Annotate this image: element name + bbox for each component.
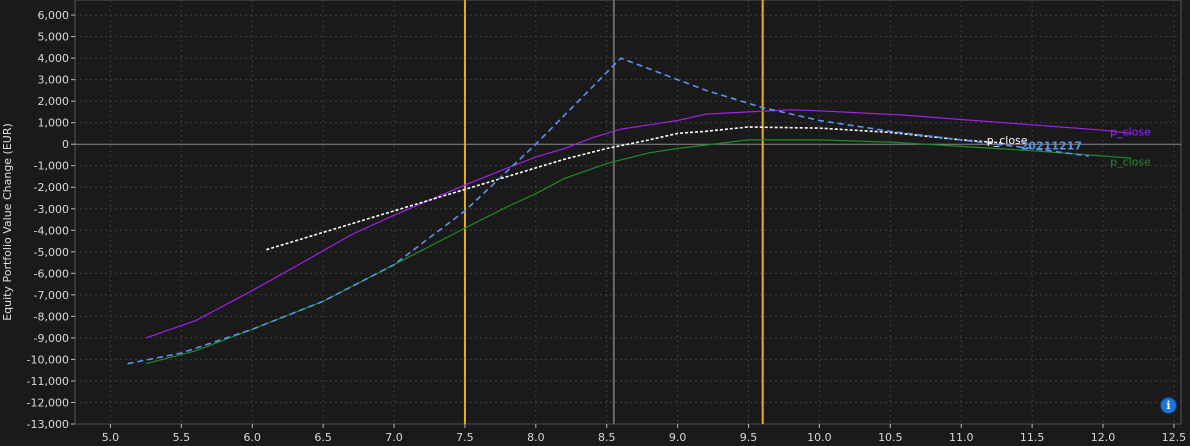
y-tick-label: -12,000: [27, 396, 69, 409]
x-tick-label: 8.5: [598, 431, 616, 444]
x-tick-label: 9.5: [740, 431, 758, 444]
y-tick-label: 2,000: [38, 95, 70, 108]
chart-background: [0, 0, 1190, 446]
x-tick-label: 10.5: [878, 431, 903, 444]
y-tick-label: 1,000: [38, 117, 70, 130]
y-tick-label: -2,000: [34, 181, 69, 194]
y-tick-label: -8,000: [34, 310, 69, 323]
x-tick-label: 5.5: [173, 431, 191, 444]
y-tick-label: -1,000: [34, 160, 69, 173]
x-tick-label: 6.0: [243, 431, 261, 444]
x-tick-label: 6.5: [314, 431, 332, 444]
y-tick-label: 5,000: [38, 31, 70, 44]
series-end-label: 20211217: [1021, 140, 1082, 153]
x-tick-label: 5.0: [102, 431, 120, 444]
x-tick-label: 8.0: [527, 431, 545, 444]
y-tick-label: -7,000: [34, 289, 69, 302]
y-tick-label: 3,000: [38, 74, 70, 87]
y-tick-label: -5,000: [34, 246, 69, 259]
y-tick-label: -10,000: [27, 353, 69, 366]
chart-area: 5.0 5.5 6.0 6.5 7.0 7.5 8.0 8.5 9.0 9.5 10.0 10.5 11…: [0, 0, 1190, 446]
y-tick-label: -3,000: [34, 203, 69, 216]
x-tick-label: 11.0: [949, 431, 974, 444]
info-button[interactable]: i: [1161, 398, 1176, 413]
y-axis-label: Equity Portfolio Value Change (EUR): [1, 123, 14, 321]
y-tick-label: -9,000: [34, 332, 69, 345]
x-tick-label: 7.0: [385, 431, 403, 444]
y-tick-label: -11,000: [27, 375, 69, 388]
x-tick-label: 9.0: [669, 431, 687, 444]
y-tick-label: 6,000: [38, 9, 70, 22]
series-end-label: p_close: [1110, 126, 1151, 139]
y-tick-label: 0: [62, 138, 69, 151]
y-tick-label: -6,000: [34, 267, 69, 280]
y-tick-label: -13,000: [27, 418, 69, 431]
x-tick-label: 12.0: [1091, 431, 1116, 444]
y-tick-label: -4,000: [34, 224, 69, 237]
series-end-label: p_close: [1110, 156, 1151, 169]
x-tick-label: 12.5: [1162, 431, 1187, 444]
x-tick-label: 10.0: [807, 431, 832, 444]
x-tick-label: 11.5: [1020, 431, 1045, 444]
y-tick-label: 4,000: [38, 52, 70, 65]
x-tick-label: 7.5: [456, 431, 474, 444]
